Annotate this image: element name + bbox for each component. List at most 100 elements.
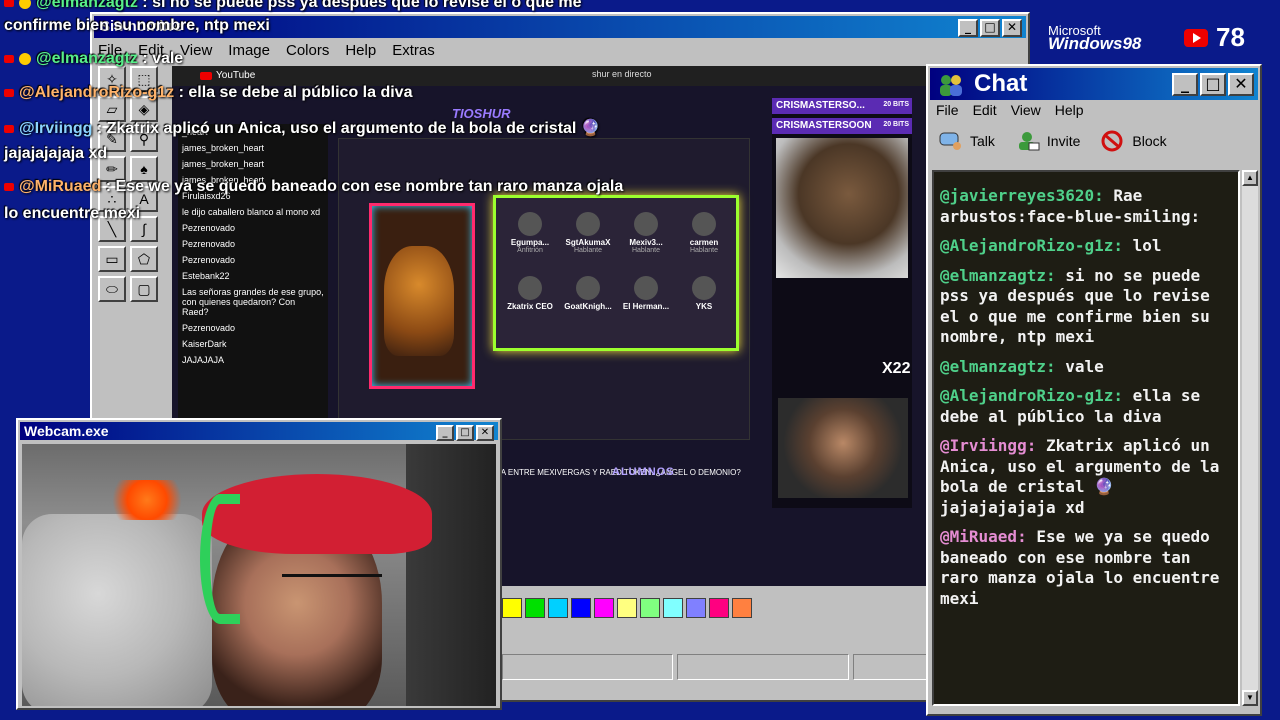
color-swatch[interactable] xyxy=(663,598,683,618)
guest-camera xyxy=(778,398,908,498)
chat-message: @Irviingg: Zkatrix aplicó un Anica, uso … xyxy=(940,436,1220,517)
chat-message: @AlejandroRizo-g1z: lol xyxy=(940,236,1162,255)
chat-log[interactable]: @javierreyes3620: Rae arbustos:face-blue… xyxy=(932,170,1240,706)
chat-toolbar: Talk Invite Block xyxy=(938,130,1167,152)
status-cell xyxy=(502,654,674,680)
avatar xyxy=(576,276,600,300)
minimize-button[interactable]: _ xyxy=(436,425,454,441)
menu-file[interactable]: File xyxy=(936,102,959,118)
menu-image[interactable]: Image xyxy=(228,42,270,59)
donor-alert: CRISMASTERSO... 20 BITS xyxy=(772,98,912,114)
badge-icon xyxy=(19,52,31,65)
guest-item: Mexiv3... Hablante xyxy=(618,212,674,254)
youtube-label: YouTube xyxy=(216,70,256,81)
avatar xyxy=(692,276,716,300)
minimize-button[interactable]: _ xyxy=(958,19,978,37)
browser-search[interactable]: shur en directo xyxy=(592,69,652,79)
color-swatch[interactable] xyxy=(525,598,545,618)
menu-view[interactable]: View xyxy=(1011,102,1041,118)
overlay-chat-line: @AlejandroRizo-g1z : ella se debe al púb… xyxy=(4,84,412,102)
youtube-icon xyxy=(4,88,14,97)
dog-image xyxy=(776,138,908,278)
color-palette xyxy=(502,598,752,618)
color-swatch[interactable] xyxy=(594,598,614,618)
overlay-chat-line: jajajajajaja xd xyxy=(4,145,108,162)
chat-message: @AlejandroRizo-g1z: ella se debe al públ… xyxy=(940,386,1201,426)
list-item: Estebank22 xyxy=(182,271,230,281)
browser-bar: YouTube shur en directo xyxy=(172,66,1016,86)
menu-help[interactable]: Help xyxy=(1055,102,1084,118)
chat-menubar: File Edit View Help xyxy=(936,102,1084,118)
rounded-rect-icon[interactable]: ▢ xyxy=(130,276,158,302)
talk-icon xyxy=(939,132,961,150)
scroll-down-icon[interactable]: ▼ xyxy=(1242,690,1258,706)
avatar xyxy=(692,212,716,236)
avatar xyxy=(576,212,600,236)
windows98-label: Windows98 xyxy=(1048,34,1142,53)
block-icon xyxy=(1101,130,1123,152)
donor-alert: CRISMASTERSOON 20 BITS xyxy=(772,118,912,134)
block-label: Block xyxy=(1132,133,1167,149)
guest-item: YKS xyxy=(676,276,732,311)
chat-scrollbar[interactable]: ▲ ▼ xyxy=(1242,170,1258,706)
color-swatch[interactable] xyxy=(548,598,568,618)
youtube-icon xyxy=(200,71,212,80)
people-icon xyxy=(940,75,962,96)
guest-item: GoatKnigh... xyxy=(560,276,616,311)
menu-help[interactable]: Help xyxy=(345,42,376,59)
multiplier-badge: X22 xyxy=(882,360,911,377)
maximize-button[interactable]: □ xyxy=(980,19,1000,37)
youtube-icon xyxy=(4,0,14,7)
color-swatch[interactable] xyxy=(686,598,706,618)
close-button[interactable]: ✕ xyxy=(476,425,494,441)
color-swatch[interactable] xyxy=(732,598,752,618)
chat-title: Chat xyxy=(974,70,1028,97)
list-item: JAJAJAJA xyxy=(182,355,225,365)
color-swatch[interactable] xyxy=(709,598,729,618)
close-button[interactable]: ✕ xyxy=(1002,19,1022,37)
guest-panel: Egumpa... Anfitrión SgtAkumaX Hablante Mex… xyxy=(493,195,739,351)
webcam-title: Webcam.exe xyxy=(24,423,109,439)
close-button[interactable]: ✕ xyxy=(1228,73,1254,96)
youtube-icon xyxy=(4,124,14,133)
chat-window: Chat _ □ ✕ File Edit View Help Talk Invi… xyxy=(926,64,1262,716)
overlay-chat-line: confirme bien su nombre, ntp mexi xyxy=(4,17,270,34)
menu-view[interactable]: View xyxy=(180,42,212,59)
color-swatch[interactable] xyxy=(640,598,660,618)
rectangle-icon[interactable]: ▭ xyxy=(98,246,126,272)
maximize-button[interactable]: □ xyxy=(456,425,474,441)
youtube-icon xyxy=(4,54,14,63)
block-button[interactable]: Block xyxy=(1100,130,1167,152)
viewer-count: 78 xyxy=(1184,22,1245,53)
invite-label: Invite xyxy=(1046,133,1081,149)
guest-item: Egumpa... Anfitrión xyxy=(502,212,558,254)
overlay-chat-line: @elmanzagtz : si no se puede pss ya desp… xyxy=(4,0,582,12)
color-swatch[interactable] xyxy=(617,598,637,618)
talk-button[interactable]: Talk xyxy=(938,130,995,152)
chat-titlebar[interactable]: Chat _ □ ✕ xyxy=(930,68,1258,100)
webcam-titlebar[interactable]: Webcam.exe _ □ ✕ xyxy=(20,422,498,441)
list-item: le dijo caballero blanco al mono xd xyxy=(182,207,321,217)
guest-item: El Herman... xyxy=(618,276,674,311)
youtube-logo: YouTube xyxy=(200,70,255,81)
youtube-icon xyxy=(1184,28,1208,47)
menu-extras[interactable]: Extras xyxy=(392,42,435,59)
polygon-icon[interactable]: ⬠ xyxy=(130,246,158,272)
chat-message: @elmanzagtz: si no se puede pss ya despu… xyxy=(940,265,1210,347)
maximize-button[interactable]: □ xyxy=(1200,73,1226,96)
menu-edit[interactable]: Edit xyxy=(973,102,997,118)
scroll-up-icon[interactable]: ▲ xyxy=(1242,170,1258,186)
color-swatch[interactable] xyxy=(571,598,591,618)
list-item: james_broken_heart xyxy=(182,159,265,169)
menu-colors[interactable]: Colors xyxy=(286,42,329,59)
invite-button[interactable]: Invite xyxy=(1015,130,1080,152)
youtube-icon xyxy=(4,182,14,191)
minimize-button[interactable]: _ xyxy=(1172,73,1198,96)
viewer-count-value: 78 xyxy=(1216,22,1245,52)
windows98-logo: Microsoft Windows98 xyxy=(1048,24,1142,53)
chat-message: @MiRuaed: Ese we ya se quedo baneado con… xyxy=(940,527,1220,608)
ellipse-icon[interactable]: ⬭ xyxy=(98,276,126,302)
avatar xyxy=(518,276,542,300)
guest-item: carmen Hablante xyxy=(676,212,732,254)
color-swatch[interactable] xyxy=(502,598,522,618)
